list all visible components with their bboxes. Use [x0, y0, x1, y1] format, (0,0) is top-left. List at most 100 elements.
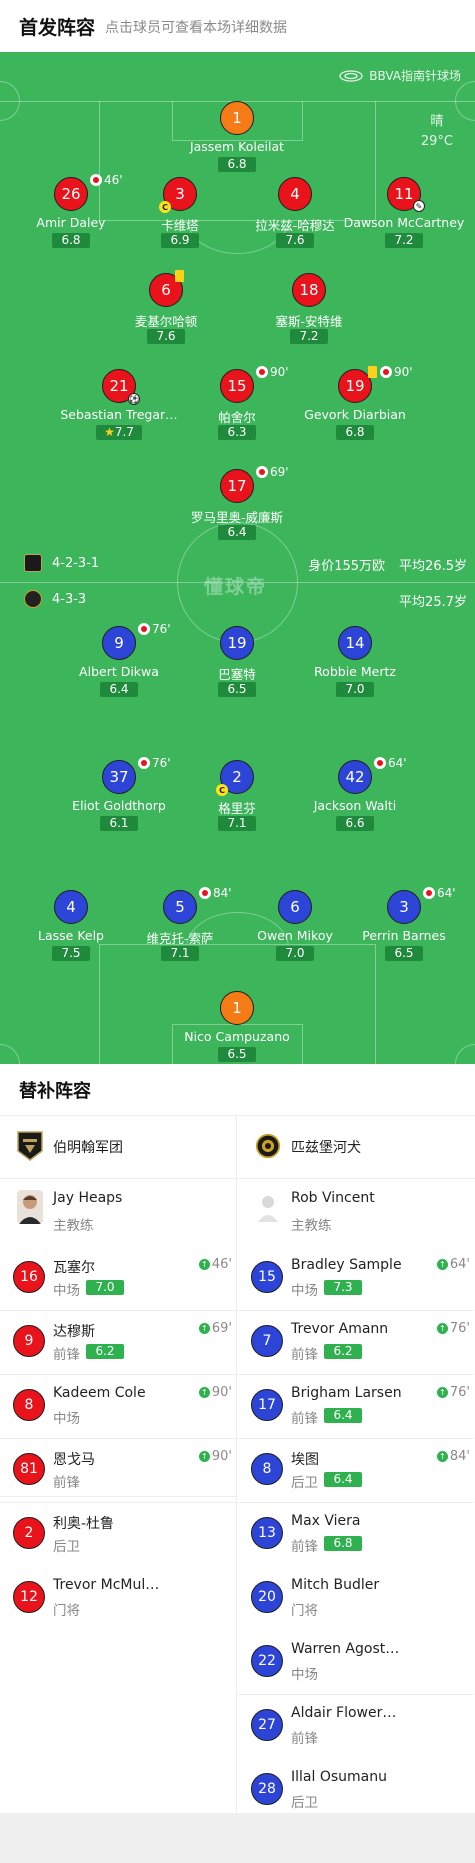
- player-rating: 6.4: [218, 525, 256, 540]
- sub-number: 7: [251, 1325, 283, 1357]
- yellow-card-icon: [368, 366, 377, 378]
- sub-number: 15: [251, 1261, 283, 1293]
- player-rating: 7.1: [218, 816, 256, 831]
- coach-name: Jay Heaps: [53, 1190, 123, 1206]
- away-sub-row[interactable]: 15 Bradley Sample 中场 7.3 ↑ 64': [238, 1247, 474, 1310]
- yellow-card-icon: [175, 270, 184, 282]
- home-sub-row[interactable]: 9 达穆斯 前锋 6.2 ↑ 69': [0, 1311, 236, 1374]
- away-sub-row[interactable]: 17 Brigham Larsen 前锋 6.4 ↑ 76': [238, 1375, 474, 1438]
- player-home-gk[interactable]: 1 Jassem Koleilat 6.8: [162, 101, 312, 172]
- home-sub-row[interactable]: 12 Trevor McMul… 门将: [0, 1567, 236, 1630]
- sub-position: 中场: [291, 1667, 318, 1683]
- player-home-rw[interactable]: 19 90' Gevork Diarbian 6.8: [280, 365, 430, 440]
- sub-rating: 6.2: [324, 1344, 362, 1359]
- home-team-value: 身价155万欧: [308, 559, 386, 574]
- home-team-age: 平均26.5岁: [399, 559, 467, 574]
- player-name: Jackson Walti: [313, 798, 397, 813]
- away-sub-row[interactable]: 7 Trevor Amann 前锋 6.2 ↑ 76': [238, 1311, 474, 1374]
- sub-in-minute: 69': [211, 1321, 232, 1336]
- sub-name: Bradley Sample: [291, 1257, 402, 1273]
- player-away-rb[interactable]: 3 64' Perrin Barnes 6.5: [329, 886, 475, 961]
- away-sub-row[interactable]: 8 埃图 后卫 6.4 ↑ 84': [238, 1439, 474, 1502]
- player-name: Gevork Diarbian: [304, 407, 406, 422]
- sub-position: 前锋: [53, 1347, 80, 1363]
- coach-avatar: [17, 1190, 43, 1224]
- star-icon: ★: [104, 425, 115, 439]
- pitch: BBVA指南针球场 晴 29°C 懂球帝 4-2-3-1 身价155万欧 平均26…: [0, 52, 475, 1064]
- sub-rating: 6.4: [324, 1472, 362, 1487]
- sub-in-indicator: ↑ 46': [198, 1257, 232, 1272]
- sub-rating: 6.4: [324, 1408, 362, 1423]
- player-number: 4: [278, 177, 312, 211]
- player-number: 14: [338, 626, 372, 660]
- player-home-st[interactable]: 17 69' 罗马里奥-威廉斯 6.4: [162, 465, 312, 540]
- away-sub-row[interactable]: 27 Aldair Flower… 前锋: [238, 1695, 474, 1758]
- away-formation: 4-3-3: [52, 591, 87, 607]
- sub-name: Brigham Larsen: [291, 1385, 402, 1401]
- goal-icon: ⚽: [128, 393, 140, 405]
- lineup-header: 首发阵容 点击球员可查看本场详细数据: [0, 0, 475, 52]
- home-sub-row[interactable]: 2 利奥-杜鲁 后卫: [0, 1503, 236, 1566]
- coach-role: 主教练: [291, 1218, 332, 1234]
- player-home-dm1[interactable]: 6 麦基尔哈顿 7.6: [91, 270, 241, 344]
- player-number: 3: [387, 890, 421, 924]
- player-number: 6: [278, 890, 312, 924]
- player-rating: 7.6: [147, 329, 185, 344]
- player-number: 42: [338, 760, 372, 794]
- home-coach-row[interactable]: Jay Heaps 主教练: [0, 1178, 236, 1244]
- sub-number: 2: [13, 1517, 45, 1549]
- player-rating: 7.6: [276, 233, 314, 248]
- sub-rating: 6.8: [324, 1536, 362, 1551]
- sub-name: 达穆斯: [53, 1324, 95, 1340]
- away-sub-row[interactable]: 20 Mitch Budler 门将: [238, 1567, 474, 1630]
- player-away-cm3[interactable]: 42 64' Jackson Walti 6.6: [280, 756, 430, 831]
- player-rating: 6.5: [385, 946, 423, 961]
- sub-name: 埃图: [291, 1452, 319, 1468]
- player-rating: 7.1: [161, 946, 199, 961]
- bottom-spacer: [0, 1813, 475, 1863]
- venue-name: BBVA指南针球场: [369, 69, 461, 83]
- player-number: 26: [54, 177, 88, 211]
- venue: BBVA指南针球场: [339, 67, 461, 84]
- sub-in-minute: 76': [449, 1321, 470, 1336]
- sub-rating: 7.3: [324, 1280, 362, 1295]
- sub-out-indicator: 90': [380, 365, 413, 379]
- sub-position: 中场: [53, 1283, 80, 1299]
- sub-position: 前锋: [291, 1411, 318, 1427]
- player-away-rw[interactable]: 14 Robbie Mertz 7.0: [280, 626, 430, 697]
- away-team-name: 匹兹堡河犬: [291, 1140, 361, 1156]
- sub-number: 27: [251, 1709, 283, 1741]
- sub-number: 20: [251, 1581, 283, 1613]
- watermark: 懂球帝: [204, 576, 268, 598]
- player-home-dm2[interactable]: 18 塞斯-安特维 7.2: [234, 273, 384, 344]
- page-hint: 点击球员可查看本场详细数据: [105, 20, 287, 36]
- sub-name: 恩戈马: [53, 1452, 95, 1468]
- player-away-gk[interactable]: 1 Nico Campuzano 6.5: [162, 991, 312, 1062]
- player-number: 5: [163, 890, 197, 924]
- player-number: 15: [220, 369, 254, 403]
- weather-temperature: 29°C: [420, 134, 453, 149]
- sub-name: Trevor Amann: [291, 1321, 389, 1337]
- player-rating: 6.8: [52, 233, 90, 248]
- sub-position: 前锋: [291, 1347, 318, 1363]
- sub-number: 8: [251, 1453, 283, 1485]
- team-row-divider: [0, 1178, 475, 1179]
- home-team-crest-icon: [17, 1131, 43, 1161]
- away-formation-row: 4-3-3: [24, 590, 86, 608]
- home-sub-row[interactable]: 16 瓦塞尔 中场 7.0 ↑ 46': [0, 1247, 236, 1310]
- home-sub-row[interactable]: 8 Kadeem Cole 中场 ↑ 90': [0, 1375, 236, 1438]
- away-sub-row[interactable]: 22 Warren Agost… 中场: [238, 1631, 474, 1694]
- away-coach-row[interactable]: Rob Vincent 主教练: [238, 1178, 474, 1244]
- player-rating: 6.4: [100, 682, 138, 697]
- player-rating: 6.1: [100, 816, 138, 831]
- player-name: Perrin Barnes: [362, 928, 446, 943]
- home-formation-row: 4-2-3-1: [24, 554, 99, 572]
- stadium-icon: [339, 69, 363, 82]
- sub-number: 28: [251, 1773, 283, 1805]
- player-home-rb[interactable]: 11 ✎ Dawson McCartney 7.2: [329, 177, 475, 248]
- home-sub-row[interactable]: 81 恩戈马 前锋 ↑ 90': [0, 1439, 236, 1502]
- player-name: Dawson McCartney: [343, 215, 465, 230]
- away-sub-row[interactable]: 13 Max Viera 前锋 6.8: [238, 1503, 474, 1566]
- sub-number: 8: [13, 1389, 45, 1421]
- page-title: 首发阵容: [19, 17, 96, 39]
